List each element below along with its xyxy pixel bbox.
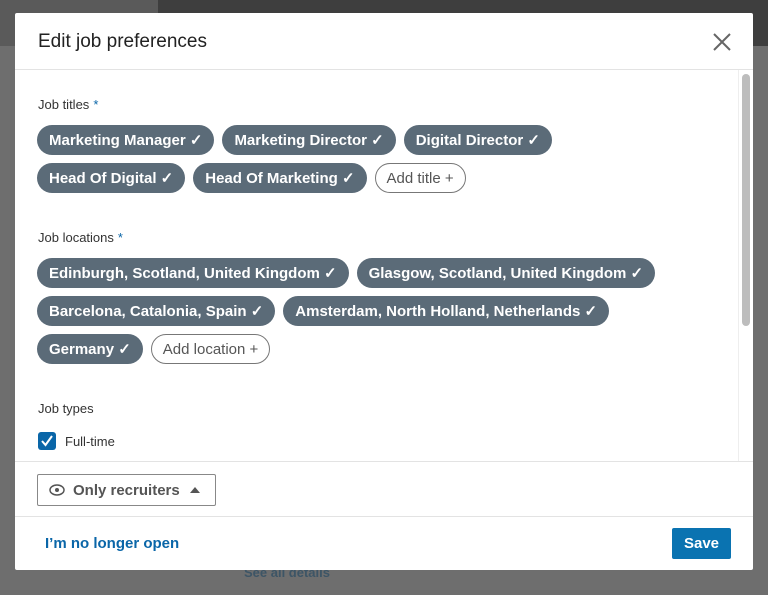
dialog-footer: I’m no longer open Save bbox=[15, 517, 753, 570]
caret-up-icon bbox=[189, 487, 200, 493]
job-title-chip[interactable]: Head Of Marketing ✓ bbox=[193, 163, 367, 193]
add-title-button[interactable]: Add title + bbox=[374, 163, 466, 193]
job-title-chip[interactable]: Head Of Digital ✓ bbox=[37, 163, 186, 193]
visibility-row: Only recruiters bbox=[15, 461, 753, 517]
dialog-header: Edit job preferences bbox=[15, 13, 753, 70]
visibility-dropdown[interactable]: Only recruiters bbox=[37, 474, 216, 506]
job-titles-label: Job titles * bbox=[38, 97, 98, 112]
job-location-chip[interactable]: Edinburgh, Scotland, United Kingdom ✓ bbox=[37, 258, 349, 288]
scrollbar-track[interactable] bbox=[738, 70, 753, 461]
job-titles-chips: Marketing Manager ✓ Marketing Director ✓… bbox=[37, 125, 597, 193]
job-title-chip[interactable]: Digital Director ✓ bbox=[403, 125, 552, 155]
job-location-chip[interactable]: Germany ✓ bbox=[37, 334, 143, 364]
job-title-chip[interactable]: Marketing Director ✓ bbox=[222, 125, 396, 155]
job-locations-chips: Edinburgh, Scotland, United Kingdom ✓ Gl… bbox=[37, 258, 677, 364]
add-location-button[interactable]: Add location + bbox=[150, 334, 271, 364]
job-location-chip[interactable]: Barcelona, Catalonia, Spain ✓ bbox=[37, 296, 276, 326]
no-longer-open-link[interactable]: I’m no longer open bbox=[45, 535, 179, 552]
dialog-body: Job titles * Marketing Manager ✓ Marketin… bbox=[15, 70, 753, 461]
scrollbar-thumb[interactable] bbox=[742, 74, 750, 326]
close-icon[interactable] bbox=[711, 31, 733, 53]
eye-icon bbox=[49, 484, 65, 496]
checkmark-icon[interactable] bbox=[38, 432, 56, 450]
job-locations-label: Job locations * bbox=[38, 230, 123, 245]
job-types-label: Job types bbox=[38, 401, 94, 416]
required-mark: * bbox=[117, 230, 123, 245]
edit-job-preferences-dialog: Edit job preferences Job titles * Marketi… bbox=[15, 13, 753, 570]
label-text: Job titles bbox=[38, 97, 90, 112]
job-location-chip[interactable]: Glasgow, Scotland, United Kingdom ✓ bbox=[356, 258, 656, 288]
save-button[interactable]: Save bbox=[672, 528, 731, 559]
visibility-label: Only recruiters bbox=[73, 481, 180, 499]
full-time-label: Full-time bbox=[65, 433, 115, 449]
label-text: Job locations bbox=[38, 230, 114, 245]
full-time-checkbox[interactable]: Full-time bbox=[38, 432, 115, 450]
job-title-chip[interactable]: Marketing Manager ✓ bbox=[37, 125, 215, 155]
required-mark: * bbox=[93, 97, 99, 112]
dialog-title: Edit job preferences bbox=[38, 31, 207, 52]
job-location-chip[interactable]: Amsterdam, North Holland, Netherlands ✓ bbox=[283, 296, 610, 326]
